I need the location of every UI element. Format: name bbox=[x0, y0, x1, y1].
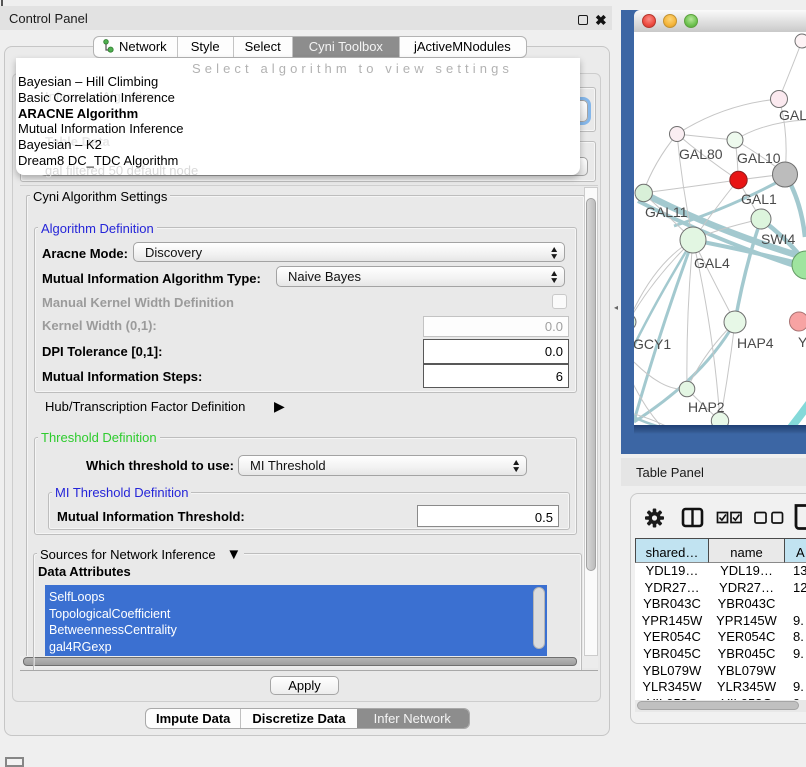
svg-text:Y: Y bbox=[798, 334, 806, 350]
svg-text:GAL80: GAL80 bbox=[679, 146, 723, 162]
svg-text:GAL1: GAL1 bbox=[741, 191, 777, 207]
svg-text:GAL10: GAL10 bbox=[737, 150, 781, 166]
svg-text:HAP2: HAP2 bbox=[688, 399, 725, 415]
svg-text:SWI4: SWI4 bbox=[761, 231, 795, 247]
svg-text:HAP4: HAP4 bbox=[737, 335, 774, 351]
svg-text:GAL11: GAL11 bbox=[645, 204, 688, 220]
svg-text:GAL4: GAL4 bbox=[694, 255, 730, 271]
svg-text:GAL7: GAL7 bbox=[779, 107, 806, 123]
svg-text:GCY1: GCY1 bbox=[634, 336, 671, 352]
